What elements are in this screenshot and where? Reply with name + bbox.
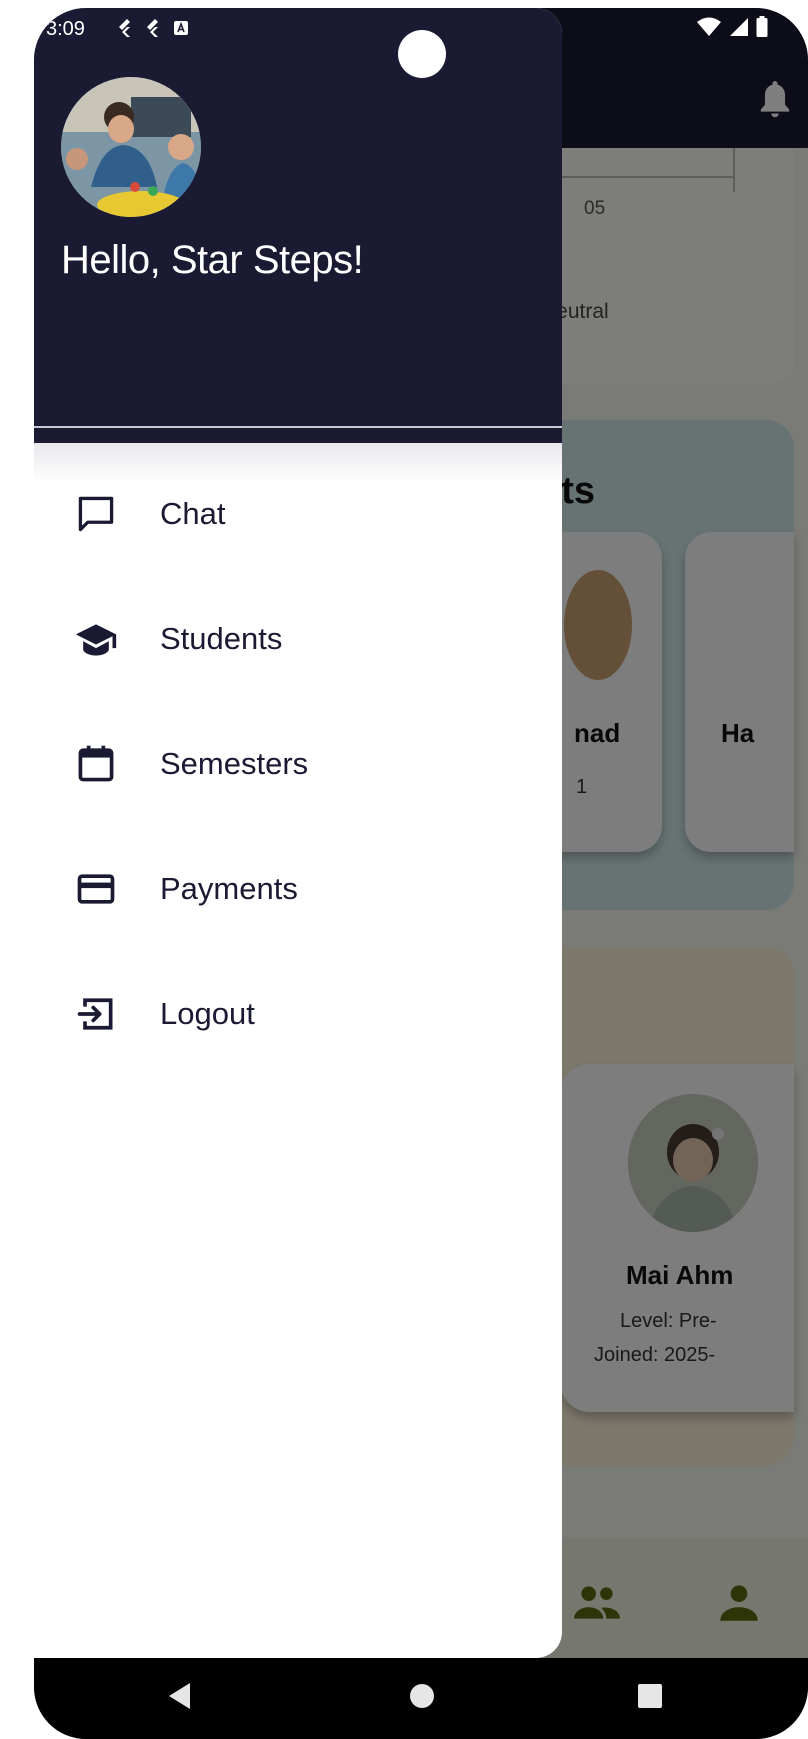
drawer-menu: Chat Students Semesters Payments Logout xyxy=(34,451,562,1076)
home-icon[interactable] xyxy=(408,1680,436,1712)
flutter-icon xyxy=(119,19,130,37)
drawer-item-payments[interactable]: Payments xyxy=(34,826,562,951)
status-time: 3:09 xyxy=(46,18,85,40)
drawer-item-semesters[interactable]: Semesters xyxy=(34,701,562,826)
camera-cutout xyxy=(398,30,446,78)
chat-icon xyxy=(78,496,114,531)
device-screen: 05 Neutral nts nad 1 Ha xyxy=(34,8,808,1739)
drawer-item-label: Chat xyxy=(160,495,226,531)
recents-icon[interactable] xyxy=(636,1680,664,1712)
avatar xyxy=(61,77,201,217)
drawer-header: Hello, Star Steps! xyxy=(34,8,562,443)
drawer-item-students[interactable]: Students xyxy=(34,576,562,701)
drawer-item-logout[interactable]: Logout xyxy=(34,951,562,1076)
signal-icon xyxy=(730,18,748,36)
drawer-item-label: Logout xyxy=(160,995,255,1031)
notification-icons xyxy=(116,18,190,38)
navigation-drawer: Hello, Star Steps! Chat Students Semeste… xyxy=(34,8,562,1658)
a-box-icon xyxy=(174,21,188,35)
logout-icon xyxy=(77,997,113,1030)
drawer-item-label: Payments xyxy=(160,870,298,906)
drawer-item-chat[interactable]: Chat xyxy=(34,451,562,576)
wifi-icon xyxy=(697,17,721,36)
greeting-title: Hello, Star Steps! xyxy=(61,238,364,282)
calendar-icon xyxy=(78,745,114,781)
back-icon[interactable] xyxy=(166,1680,194,1712)
credit-card-icon xyxy=(77,873,115,904)
system-navigation-bar xyxy=(34,1658,808,1739)
drawer-item-label: Semesters xyxy=(160,745,309,781)
graduation-cap-icon xyxy=(75,623,117,655)
divider xyxy=(34,426,562,428)
battery-icon xyxy=(756,16,768,37)
flutter-icon xyxy=(147,19,158,37)
drawer-item-label: Students xyxy=(160,620,283,656)
system-status-icons xyxy=(696,16,768,38)
